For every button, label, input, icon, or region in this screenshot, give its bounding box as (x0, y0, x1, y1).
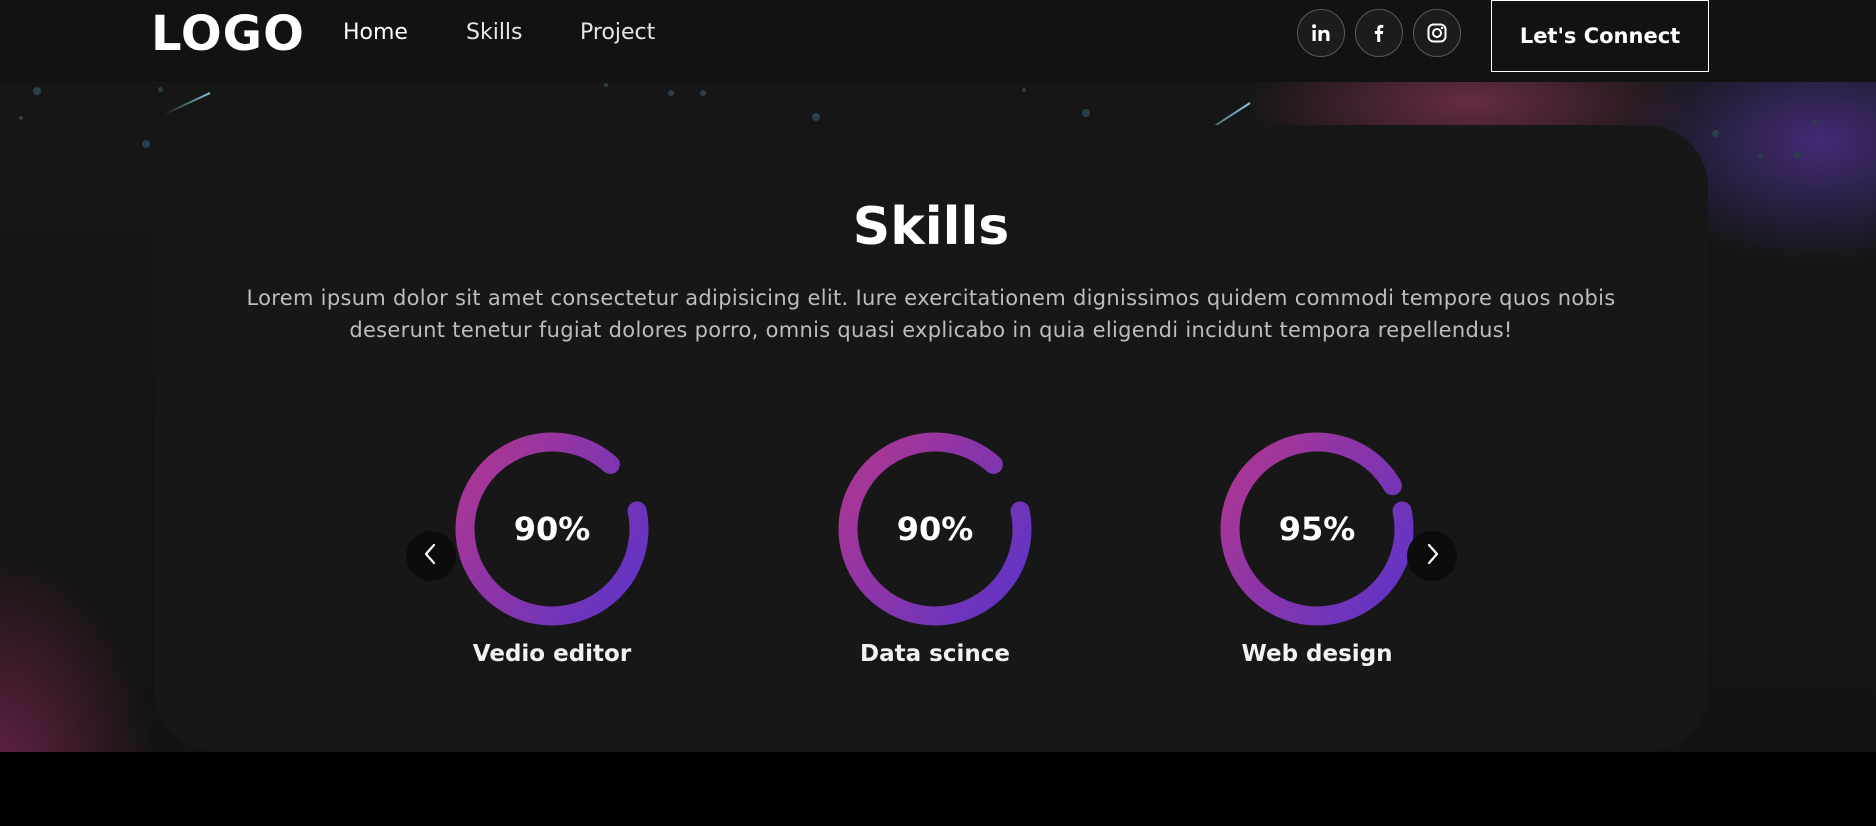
chevron-right-icon (1423, 542, 1441, 570)
nav-link-skills[interactable]: Skills (466, 20, 523, 45)
logo[interactable]: LOGO (151, 6, 305, 62)
skills-title: Skills (852, 197, 1010, 257)
skill-percent: 95% (1278, 510, 1356, 548)
skill-item[interactable]: 90% Vedio editor (442, 431, 662, 667)
skill-name: Data scince (860, 641, 1010, 667)
lets-connect-button[interactable]: Let's Connect (1491, 0, 1709, 72)
progress-ring: 95% (1219, 431, 1415, 627)
navbar: LOGO Home Skills Project Let's Connect (0, 0, 1876, 82)
skills-description: Lorem ipsum dolor sit amet consectetur a… (246, 286, 1616, 342)
chevron-left-icon (422, 542, 440, 570)
progress-ring: 90% (454, 431, 650, 627)
progress-ring: 90% (837, 431, 1033, 627)
skill-percent: 90% (513, 510, 591, 548)
nav-link-home[interactable]: Home (343, 20, 408, 45)
linkedin-button[interactable] (1297, 9, 1345, 57)
linkedin-icon (1311, 23, 1331, 43)
facebook-icon (1369, 23, 1389, 43)
skill-name: Web design (1241, 641, 1393, 667)
instagram-icon (1426, 22, 1448, 44)
facebook-button[interactable] (1355, 9, 1403, 57)
footer-strip (0, 752, 1876, 826)
skill-percent: 90% (896, 510, 974, 548)
nav-link-project[interactable]: Project (580, 20, 655, 45)
carousel-next-button[interactable] (1407, 531, 1457, 581)
skill-name: Vedio editor (472, 641, 632, 667)
skill-item[interactable]: 95% Web design (1207, 431, 1427, 667)
skill-item[interactable]: 90% Data scince (825, 431, 1045, 667)
skills-card: Skills Lorem ipsum dolor sit amet consec… (154, 125, 1708, 752)
page: LOGO Home Skills Project Let's Connect S… (0, 0, 1876, 826)
instagram-button[interactable] (1413, 9, 1461, 57)
